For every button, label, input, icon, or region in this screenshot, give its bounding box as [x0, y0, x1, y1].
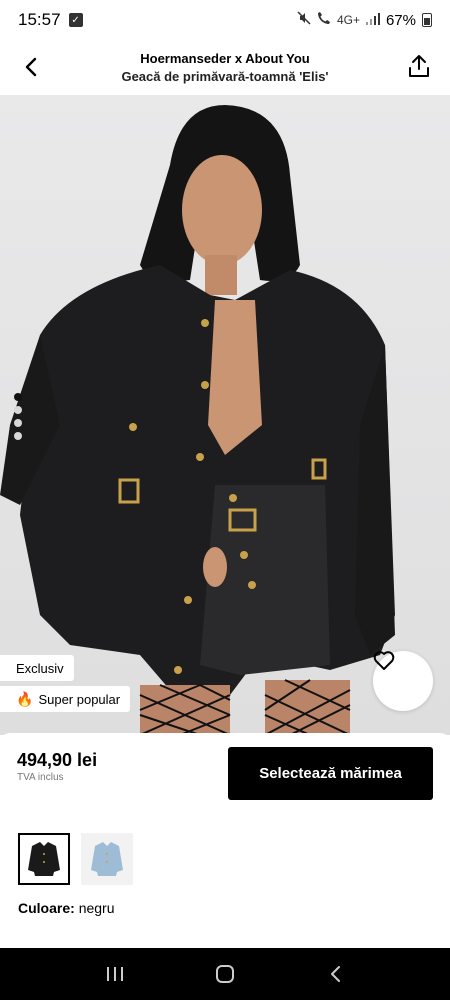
color-info: Culoare: negru	[18, 900, 115, 916]
network-type: 4G+	[336, 13, 360, 27]
back-arrow-icon	[331, 966, 340, 982]
gallery-dot[interactable]	[14, 419, 22, 427]
call-icon	[317, 11, 331, 29]
heart-icon	[373, 651, 395, 670]
swatch-light-blue[interactable]	[81, 833, 133, 885]
gallery-dot[interactable]	[14, 406, 22, 414]
status-left: 15:57 ✓	[18, 10, 83, 30]
product-photo	[0, 105, 395, 735]
exclusive-label: Exclusiv	[16, 660, 64, 676]
recent-apps-button[interactable]	[95, 954, 135, 994]
back-button[interactable]	[16, 52, 46, 82]
color-value: negru	[78, 900, 115, 916]
status-right: 4G+ 67%	[297, 11, 432, 29]
product-name: Geacă de primăvară-toamnă 'Elis'	[121, 68, 329, 84]
gallery-dot[interactable]	[14, 393, 22, 401]
black-jacket-thumbnail	[28, 842, 60, 876]
swatch-black[interactable]	[18, 833, 70, 885]
share-button[interactable]	[404, 50, 434, 82]
status-bar: 15:57 ✓ 4G+ 67%	[0, 0, 450, 40]
vat-note: TVA inclus	[17, 772, 64, 783]
product-header: Hoermanseder x About You Geacă de primăv…	[0, 40, 450, 95]
select-size-button[interactable]: Selectează mărimea	[228, 747, 433, 800]
brand-name: Hoermanseder x About You	[140, 50, 310, 66]
battery-icon	[422, 13, 432, 27]
header-titles: Hoermanseder x About You Geacă de primăv…	[121, 50, 328, 86]
color-swatches	[18, 833, 133, 885]
purchase-panel: 494,90 lei TVA inclus Selectează mărimea…	[0, 733, 450, 948]
color-label: Culoare:	[18, 900, 75, 916]
price: 494,90 lei	[17, 750, 98, 770]
blue-jacket-thumbnail	[91, 842, 123, 876]
popular-label: Super popular	[38, 691, 121, 707]
wishlist-button[interactable]	[373, 651, 433, 711]
share-icon	[409, 55, 429, 77]
chevron-left-icon	[25, 57, 37, 77]
fire-icon: 🔥	[16, 690, 34, 707]
recent-apps-icon	[107, 967, 123, 981]
gallery-dot[interactable]	[14, 432, 22, 440]
system-back-button[interactable]	[315, 954, 355, 994]
notification-check-icon: ✓	[68, 13, 83, 27]
home-button[interactable]	[205, 954, 245, 994]
home-icon	[216, 965, 234, 983]
mute-icon	[297, 11, 311, 29]
exclusive-badge: Exclusiv	[0, 655, 74, 681]
battery-level: 67%	[385, 11, 416, 29]
product-image-gallery[interactable]: Exclusiv 🔥 Super popular	[0, 95, 450, 735]
popular-badge: 🔥 Super popular	[0, 686, 131, 712]
signal-icon	[365, 12, 380, 29]
system-navigation-bar	[0, 948, 450, 1000]
gallery-pagination	[14, 393, 22, 440]
status-time: 15:57	[18, 10, 61, 29]
